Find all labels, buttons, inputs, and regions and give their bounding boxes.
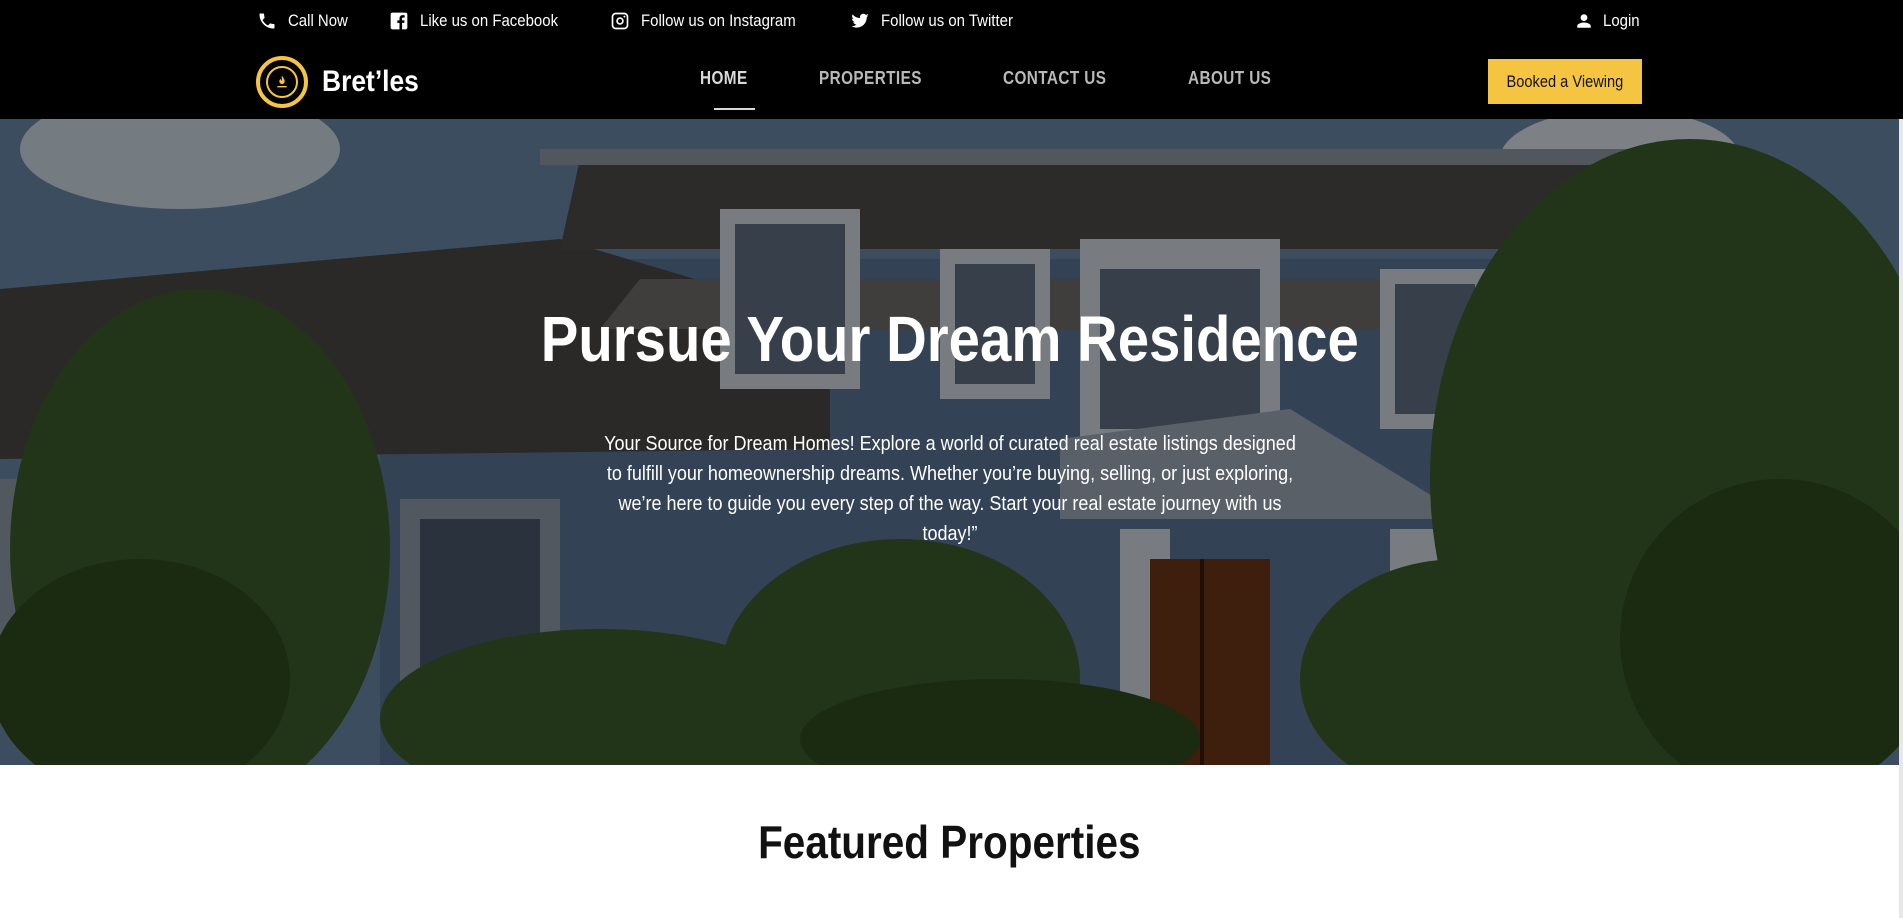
book-viewing-button[interactable]: Booked a Viewing <box>1488 59 1642 104</box>
page-scrollbar[interactable] <box>1899 119 1903 918</box>
twitter-label: Follow us on Twitter <box>880 11 1013 30</box>
call-now-label: Call Now <box>288 11 348 30</box>
hero-title: Pursue Your Dream Residence <box>0 302 1899 376</box>
twitter-icon <box>849 10 871 32</box>
nav-home-label: HOME <box>700 68 748 88</box>
hero-section: Pursue Your Dream Residence Your Source … <box>0 119 1899 765</box>
instagram-icon <box>609 10 631 32</box>
hero-title-text: Pursue Your Dream Residence <box>540 303 1359 375</box>
nav-about-label: ABOUT US <box>1187 68 1272 88</box>
facebook-icon <box>388 10 410 32</box>
instagram-link[interactable]: Follow us on Instagram <box>609 10 817 32</box>
featured-properties-heading: Featured Properties <box>0 815 1899 869</box>
nav-properties-label: PROPERTIES <box>819 68 922 88</box>
utility-bar: Call Now Like us on Facebook Follow us o… <box>256 9 1063 33</box>
twitter-link[interactable]: Follow us on Twitter <box>849 10 1031 32</box>
phone-icon <box>256 10 278 32</box>
brand-name: Bret’les <box>322 65 419 98</box>
nav-contact-label: CONTACT US <box>1003 68 1107 88</box>
logo-icon <box>256 56 308 108</box>
nav-item-properties[interactable]: PROPERTIES <box>819 68 940 89</box>
brand-logo[interactable]: Bret’les <box>256 56 432 108</box>
hero-description: Your Source for Dream Homes! Explore a w… <box>560 429 1340 549</box>
site-header: Call Now Like us on Facebook Follow us o… <box>0 0 1903 119</box>
facebook-label: Like us on Facebook <box>420 11 559 30</box>
featured-properties-text: Featured Properties <box>758 816 1141 868</box>
nav-item-contact-us[interactable]: CONTACT US <box>1003 68 1125 89</box>
nav-item-about-us[interactable]: ABOUT US <box>1188 68 1286 89</box>
nav-item-home[interactable]: HOME <box>700 68 756 110</box>
call-now-link[interactable]: Call Now <box>256 10 356 32</box>
facebook-link[interactable]: Like us on Facebook <box>388 10 577 32</box>
user-icon <box>1575 12 1593 30</box>
hero-description-text: Your Source for Dream Homes! Explore a w… <box>604 433 1296 545</box>
login-link[interactable]: Login <box>1575 9 1645 33</box>
login-label: Login <box>1603 11 1641 30</box>
main-nav: HOME PROPERTIES CONTACT US ABOUT US <box>700 68 1349 110</box>
instagram-label: Follow us on Instagram <box>640 11 796 30</box>
book-viewing-label: Booked a Viewing <box>1506 71 1624 91</box>
